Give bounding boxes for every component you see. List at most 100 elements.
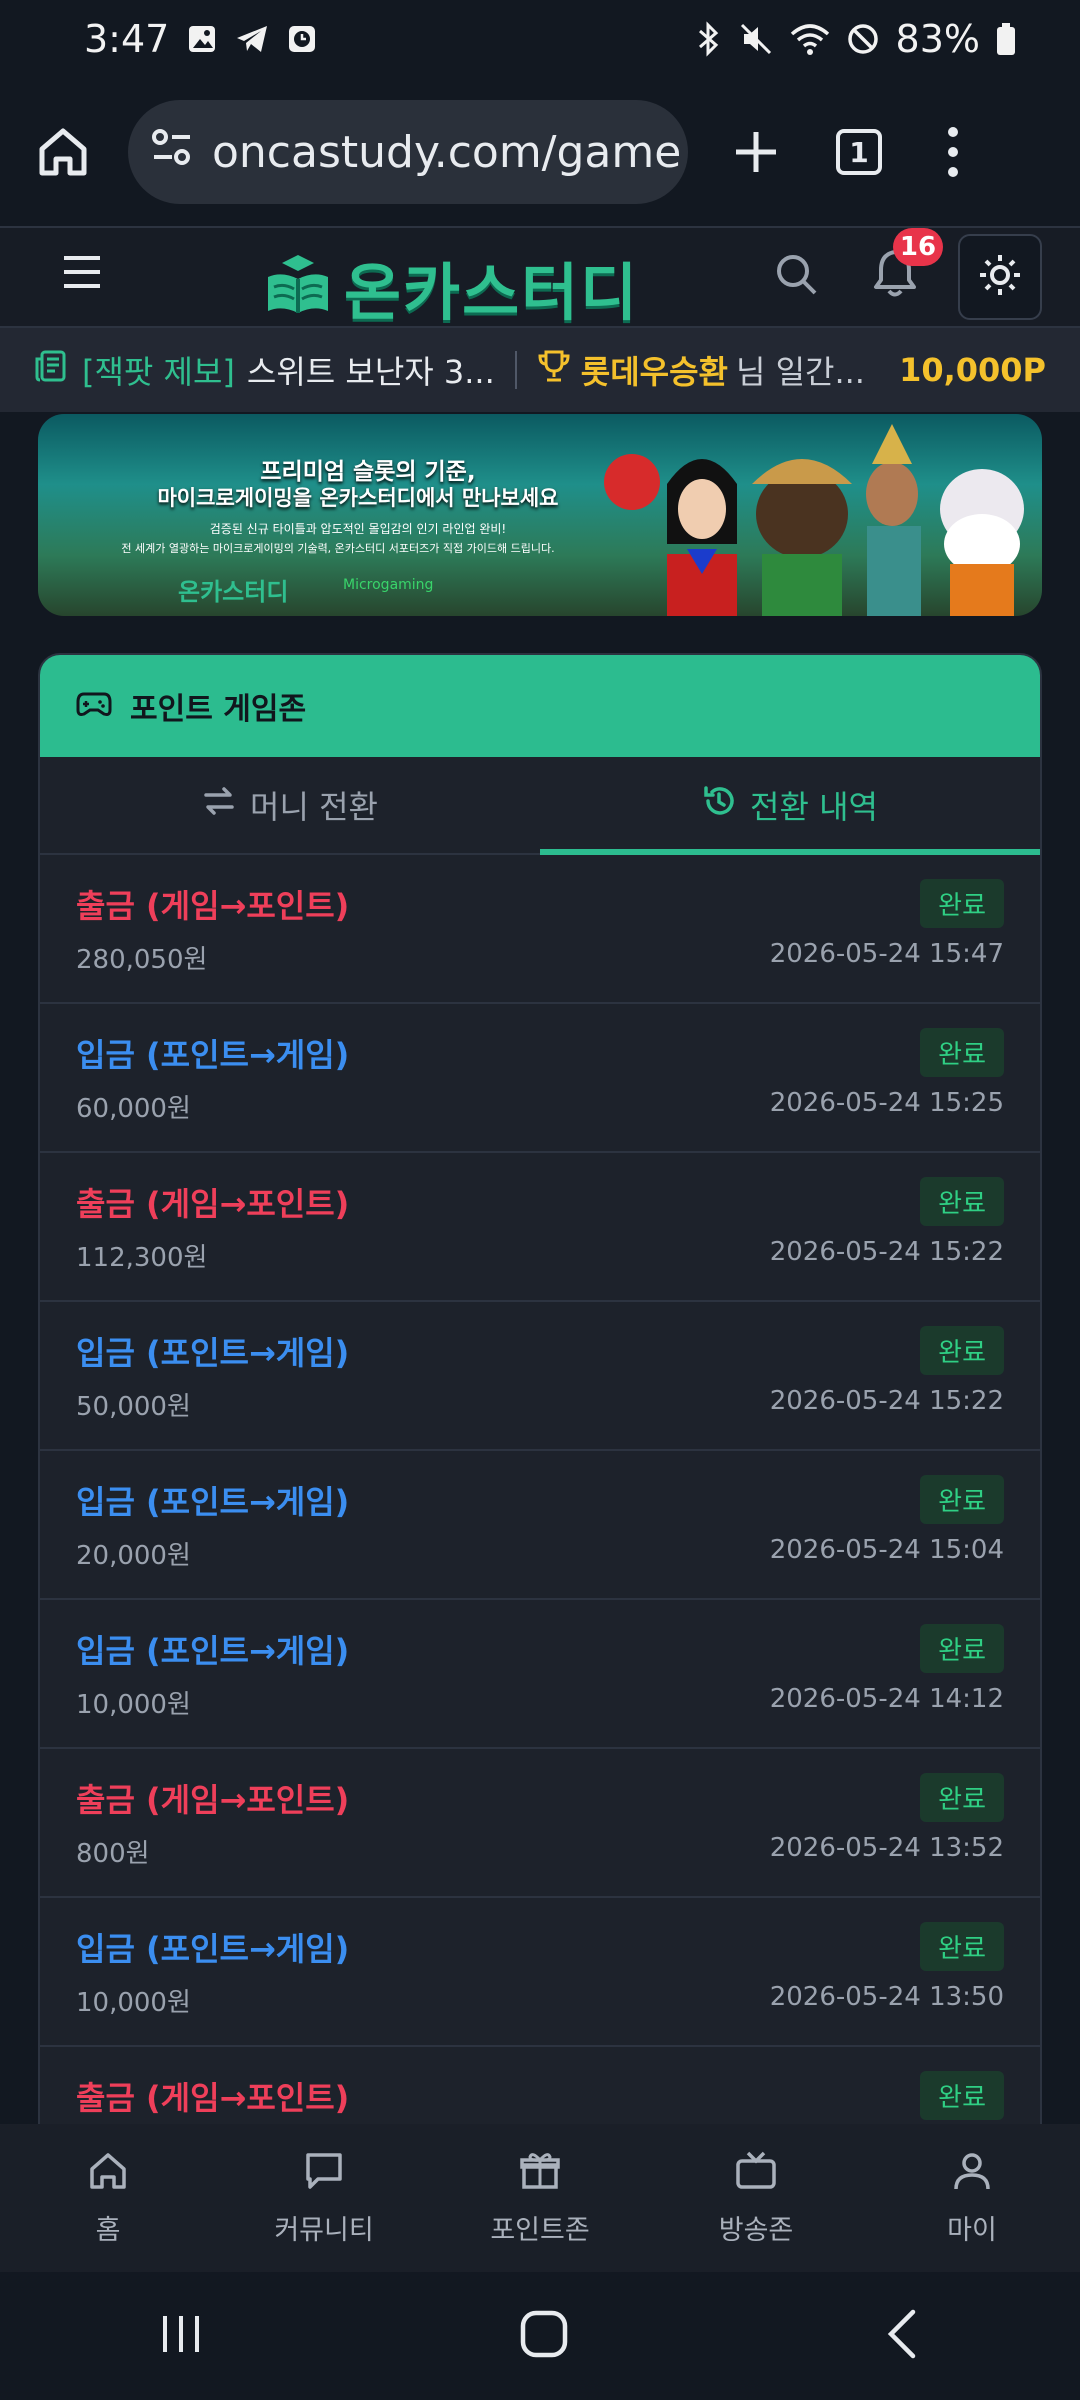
transaction-type: 출금 (게임→포인트) [76,887,350,925]
nav-label: 홈 [95,2215,121,2246]
tab-switcher-button[interactable]: 1 [836,129,882,175]
status-badge: 완료 [920,1475,1004,1524]
ticker-text: 스위트 보난자 3... [246,353,495,391]
status-badge: 완료 [920,1326,1004,1375]
home-button-icon[interactable] [518,2308,570,2364]
chat-icon [302,2149,346,2200]
transaction-date: 2026-05-24 15:22 [769,1237,1004,1267]
banner-logo: 온카스터디 [178,578,289,606]
browser-toolbar: oncastudy.com/game 1 [0,78,1080,226]
transaction-type: 출금 (게임→포인트) [76,1781,350,1819]
recent-apps-icon[interactable] [157,2310,205,2362]
nav-my[interactable]: 마이 [872,2149,1072,2247]
ticker-suffix: 님 일간... [735,353,865,391]
transaction-amount: 10,000원 [76,1988,191,2018]
history-row[interactable]: 출금 (게임→포인트) 완료 [40,2047,1040,2131]
ticker-winner: 롯데우승환 [580,353,728,391]
site-logo[interactable]: 온카스터디 [262,242,639,332]
status-badge: 완료 [920,1773,1004,1822]
transaction-type: 입금 (포인트→게임) [76,1632,350,1670]
site-settings-icon[interactable] [150,127,194,178]
nav-label: 마이 [947,2215,997,2246]
home-icon [86,2149,130,2200]
telegram-icon [235,24,269,54]
hamburger-menu-icon[interactable] [62,252,102,296]
nav-point-zone[interactable]: 포인트존 [440,2149,640,2247]
history-list: 출금 (게임→포인트) 280,050원완료 2026-05-24 15:47 입금 … [40,855,1040,2131]
nav-community[interactable]: 커뮤니티 [224,2149,424,2247]
trophy-icon [537,349,571,391]
back-icon[interactable] [883,2308,923,2364]
wifi-icon [790,22,830,56]
banner-subtext-2: 전 세계가 열광하는 마이크로게이밍의 기술력, 온카스터디 서포터즈가 직접 … [121,542,555,555]
tab-label: 전환 내역 [750,788,878,826]
newspaper-icon [34,349,68,391]
history-row[interactable]: 출금 (게임→포인트) 280,050원 완료 2026-05-24 15:47 [40,855,1040,1004]
transaction-amount: 280,050원 [76,945,208,975]
history-row[interactable]: 입금 (포인트→게임) 20,000원 완료 2026-05-24 15:04 [40,1451,1040,1600]
logo-text: 온카스터디 [344,256,640,329]
nav-broadcast-zone[interactable]: 방송존 [656,2149,856,2247]
history-row[interactable]: 입금 (포인트→게임) 50,000원 완료 2026-05-24 15:22 [40,1302,1040,1451]
gift-icon [518,2149,562,2200]
history-row[interactable]: 입금 (포인트→게임) 10,000원 완료 2026-05-24 13:50 [40,1898,1040,2047]
swap-icon [202,786,236,824]
status-badge: 완료 [920,1922,1004,1971]
transaction-type: 출금 (게임→포인트) [76,1185,350,1223]
transaction-date: 2026-05-24 15:22 [769,1386,1004,1416]
tv-icon [734,2149,778,2200]
history-icon [702,784,736,826]
address-bar[interactable]: oncastudy.com/game [128,100,688,204]
ticker-amount: 10,000P [899,351,1046,389]
history-row[interactable]: 출금 (게임→포인트) 800원 완료 2026-05-24 13:52 [40,1749,1040,1898]
transaction-amount: 10,000원 [76,1690,191,1720]
promo-banner[interactable]: 프리미엄 슬롯의 기준, 마이크로게이밍을 온카스터디에서 만나보세요 검증된 … [38,414,1042,616]
history-row[interactable]: 입금 (포인트→게임) 10,000원 완료 2026-05-24 14:12 [40,1600,1040,1749]
status-badge: 완료 [920,1028,1004,1077]
theme-toggle-button[interactable] [958,234,1042,320]
tab-exchange-history[interactable]: 전환 내역 [540,757,1040,855]
nav-label: 커뮤니티 [274,2215,374,2246]
new-tab-icon[interactable] [730,126,782,178]
battery-percent: 83% [895,17,980,61]
transaction-date: 2026-05-24 15:25 [769,1088,1004,1118]
tab-label: 머니 전환 [250,788,378,826]
user-icon [950,2149,994,2200]
more-menu-icon[interactable] [946,126,960,178]
banner-headline-1: 프리미엄 슬롯의 기준, [260,459,476,485]
battery-icon [996,22,1016,56]
history-row[interactable]: 입금 (포인트→게임) 60,000원 완료 2026-05-24 15:25 [40,1004,1040,1153]
transaction-amount: 112,300원 [76,1243,208,1273]
transaction-date: 2026-05-24 13:50 [769,1982,1004,2012]
search-icon[interactable] [774,252,818,300]
transaction-date: 2026-05-24 15:04 [769,1535,1004,1565]
transaction-amount: 800원 [76,1839,150,1869]
history-row[interactable]: 출금 (게임→포인트) 112,300원 완료 2026-05-24 15:22 [40,1153,1040,1302]
transaction-type: 입금 (포인트→게임) [76,1483,350,1521]
transaction-date: 2026-05-24 15:47 [769,939,1004,969]
transaction-amount: 20,000원 [76,1541,191,1571]
card-title: 포인트 게임존 [130,692,307,727]
news-ticker[interactable]: [잭팟 제보] 스위트 보난자 3... 롯데우승환 님 일간... 10,00… [0,328,1080,412]
transaction-type: 입금 (포인트→게임) [76,1036,350,1074]
ticker-divider [514,351,517,389]
card-header: 포인트 게임존 [40,655,1040,757]
nav-label: 포인트존 [490,2215,590,2246]
sun-icon [978,253,1022,301]
banner-partner-logo: Microgaming [343,577,434,593]
do-not-disturb-icon [846,22,880,56]
home-icon[interactable] [28,117,98,187]
nav-home[interactable]: 홈 [8,2149,208,2247]
status-badge: 완료 [920,1177,1004,1226]
transaction-type: 출금 (게임→포인트) [76,2079,350,2117]
tab-money-exchange[interactable]: 머니 전환 [40,757,540,853]
tab-bar: 머니 전환 전환 내역 [40,757,1040,855]
banner-subtext-1: 검증된 신규 타이틀과 압도적인 몰입감의 인기 라인업 완비! [209,522,507,536]
status-badge: 완료 [920,1624,1004,1673]
point-game-zone-card: 포인트 게임존 머니 전환 전환 내역 출금 (게임→포인트) 280,050원완… [38,653,1042,2133]
transaction-amount: 50,000원 [76,1392,191,1422]
nav-label: 방송존 [718,2215,794,2246]
transaction-date: 2026-05-24 14:12 [769,1684,1004,1714]
ticker-tag: [잭팟 제보] [82,353,235,391]
tab-count: 1 [836,129,882,175]
